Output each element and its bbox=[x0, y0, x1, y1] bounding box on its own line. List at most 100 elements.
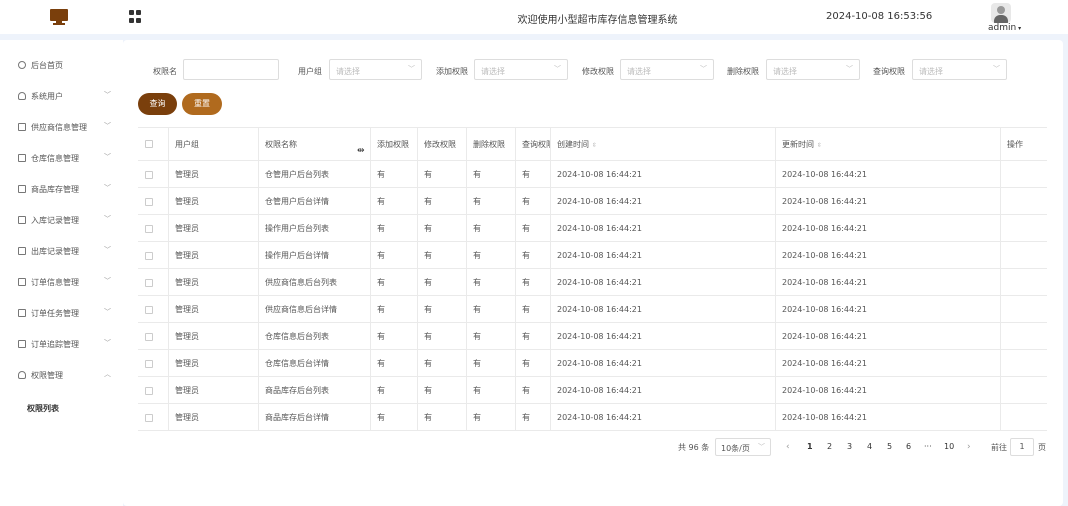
sidebar-item-label: 商品库存管理 bbox=[31, 185, 79, 194]
menu-toggle-grid-icon[interactable] bbox=[129, 10, 142, 23]
page-number[interactable]: 6 bbox=[906, 442, 911, 451]
next-page-icon[interactable]: › bbox=[967, 442, 971, 452]
row-checkbox[interactable] bbox=[145, 225, 153, 233]
row-checkbox[interactable] bbox=[145, 171, 153, 179]
query-button[interactable]: 查询 bbox=[138, 93, 177, 115]
prev-page-icon[interactable]: ‹ bbox=[786, 442, 790, 452]
table-cell: 有 bbox=[371, 296, 418, 322]
user-group-select[interactable]: 请选择 ﹀ bbox=[329, 59, 422, 80]
table-cell: 有 bbox=[467, 323, 516, 349]
page-number[interactable]: 5 bbox=[887, 442, 892, 451]
table-cell: 有 bbox=[371, 161, 418, 187]
page-number[interactable]: 1 bbox=[807, 442, 813, 451]
row-actions-cell bbox=[1001, 296, 1047, 322]
sidebar-item-order-tracking[interactable]: 订单追踪管理 ﹀ bbox=[0, 329, 123, 360]
table-cell: 2024-10-08 16:44:21 bbox=[551, 269, 776, 295]
sidebar-item-inbound[interactable]: 入库记录管理 ﹀ bbox=[0, 205, 123, 236]
row-checkbox[interactable] bbox=[145, 414, 153, 422]
table-cell: 有 bbox=[467, 377, 516, 403]
select-all-checkbox[interactable] bbox=[145, 140, 153, 148]
row-checkbox-cell bbox=[138, 161, 169, 187]
chevron-down-icon: ﹀ bbox=[104, 122, 111, 130]
page-number[interactable]: 2 bbox=[827, 442, 832, 451]
table-cell: 有 bbox=[516, 161, 551, 187]
sidebar-item-permissions[interactable]: 权限管理 ︿ bbox=[0, 360, 123, 391]
page-number[interactable]: 10 bbox=[944, 442, 954, 451]
table-row: 管理员 操作用户后台列表有有有有 2024-10-08 16:44:21 2024-1… bbox=[138, 215, 1047, 242]
row-checkbox[interactable] bbox=[145, 198, 153, 206]
sidebar-item-inventory[interactable]: 商品库存管理 ﹀ bbox=[0, 174, 123, 205]
sort-icon[interactable]: ⇳ bbox=[817, 142, 822, 149]
header-created-time[interactable]: 创建时间 ⇳ bbox=[551, 128, 776, 160]
chevron-down-icon: ﹀ bbox=[104, 246, 111, 254]
row-checkbox-cell bbox=[138, 242, 169, 268]
more-pages-icon[interactable]: ··· bbox=[924, 442, 932, 451]
sidebar-item-label: 系统用户 bbox=[31, 92, 63, 101]
table-cell: 管理员 bbox=[169, 215, 259, 241]
table-cell: 2024-10-08 16:44:21 bbox=[551, 350, 776, 376]
sidebar-item-label: 入库记录管理 bbox=[31, 216, 79, 225]
row-checkbox[interactable] bbox=[145, 387, 153, 395]
row-checkbox[interactable] bbox=[145, 279, 153, 287]
delete-perm-select[interactable]: 请选择 ﹀ bbox=[766, 59, 860, 80]
user-icon bbox=[18, 92, 26, 100]
table-cell: 商品库存后台详情 bbox=[259, 404, 371, 430]
query-perm-select[interactable]: 请选择 ﹀ bbox=[912, 59, 1007, 80]
table-row: 管理员 商品库存后台详情有有有有 2024-10-08 16:44:21 2024-1… bbox=[138, 404, 1047, 431]
reset-button[interactable]: 重置 bbox=[182, 93, 222, 115]
table-row: 管理员 供应商信息后台列表有有有有 2024-10-08 16:44:21 2024-… bbox=[138, 269, 1047, 296]
table-cell: 管理员 bbox=[169, 296, 259, 322]
page-number[interactable]: 4 bbox=[867, 442, 872, 451]
sidebar-item-outbound[interactable]: 出库记录管理 ﹀ bbox=[0, 236, 123, 267]
sidebar-item-orders[interactable]: 订单信息管理 ﹀ bbox=[0, 267, 123, 298]
table-cell: 2024-10-08 16:44:21 bbox=[776, 323, 1001, 349]
page-size-select[interactable]: 10条/页 ﹀ bbox=[715, 438, 771, 456]
table-cell: 仓库信息后台详情 bbox=[259, 350, 371, 376]
permission-name-input[interactable] bbox=[183, 59, 279, 80]
add-perm-select[interactable]: 请选择 ﹀ bbox=[474, 59, 568, 80]
header-created-time-label: 创建时间 bbox=[557, 140, 589, 149]
table-row: 管理员 仓管用户后台详情有有有有 2024-10-08 16:44:21 2024-1… bbox=[138, 188, 1047, 215]
header-user-group: 用户组 bbox=[169, 128, 259, 160]
sort-icon[interactable]: ⇳ bbox=[592, 142, 597, 149]
header-updated-time[interactable]: 更新时间 ⇳ bbox=[776, 128, 1001, 160]
edit-perm-select[interactable]: 请选择 ﹀ bbox=[620, 59, 714, 80]
table-cell: 有 bbox=[516, 350, 551, 376]
row-checkbox[interactable] bbox=[145, 306, 153, 314]
sidebar-item-label: 订单任务管理 bbox=[31, 309, 79, 318]
table-cell: 有 bbox=[418, 242, 467, 268]
select-placeholder: 请选择 bbox=[336, 67, 360, 76]
username-dropdown[interactable]: admin ▾ bbox=[988, 23, 1021, 33]
chevron-down-icon: ﹀ bbox=[104, 277, 111, 285]
header-permission-name: 权限名称 bbox=[259, 128, 371, 160]
chevron-down-icon: ﹀ bbox=[104, 91, 111, 99]
table-cell: 有 bbox=[467, 404, 516, 430]
chevron-down-icon: ▾ bbox=[1016, 25, 1022, 32]
table-cell: 2024-10-08 16:44:21 bbox=[776, 296, 1001, 322]
table-cell: 有 bbox=[371, 242, 418, 268]
table-cell: 有 bbox=[418, 188, 467, 214]
table-cell: 管理员 bbox=[169, 269, 259, 295]
row-checkbox[interactable] bbox=[145, 360, 153, 368]
sidebar-item-system-users[interactable]: 系统用户 ﹀ bbox=[0, 81, 123, 112]
avatar[interactable] bbox=[991, 3, 1011, 23]
row-checkbox[interactable] bbox=[145, 333, 153, 341]
page-number[interactable]: 3 bbox=[847, 442, 852, 451]
sidebar-item-warehouse[interactable]: 仓库信息管理 ﹀ bbox=[0, 143, 123, 174]
sidebar-item-supplier[interactable]: 供应商信息管理 ﹀ bbox=[0, 112, 123, 143]
table-cell: 有 bbox=[516, 404, 551, 430]
table-cell: 有 bbox=[516, 269, 551, 295]
sidebar-subitem-permission-list[interactable]: 权限列表 bbox=[0, 393, 123, 421]
chevron-down-icon: ﹀ bbox=[104, 308, 111, 316]
row-actions-cell bbox=[1001, 188, 1047, 214]
table-cell: 有 bbox=[418, 404, 467, 430]
sidebar-item-home[interactable]: 后台首页 bbox=[0, 50, 123, 81]
goto-page-input[interactable]: 1 bbox=[1010, 438, 1034, 456]
table-cell: 有 bbox=[467, 296, 516, 322]
row-checkbox[interactable] bbox=[145, 252, 153, 260]
table-cell: 有 bbox=[371, 215, 418, 241]
column-resize-icon[interactable]: ⇹ bbox=[357, 146, 365, 156]
header-edit-perm: 修改权限 bbox=[418, 128, 467, 160]
sidebar-item-order-tasks[interactable]: 订单任务管理 ﹀ bbox=[0, 298, 123, 329]
table-cell: 操作用户后台详情 bbox=[259, 242, 371, 268]
